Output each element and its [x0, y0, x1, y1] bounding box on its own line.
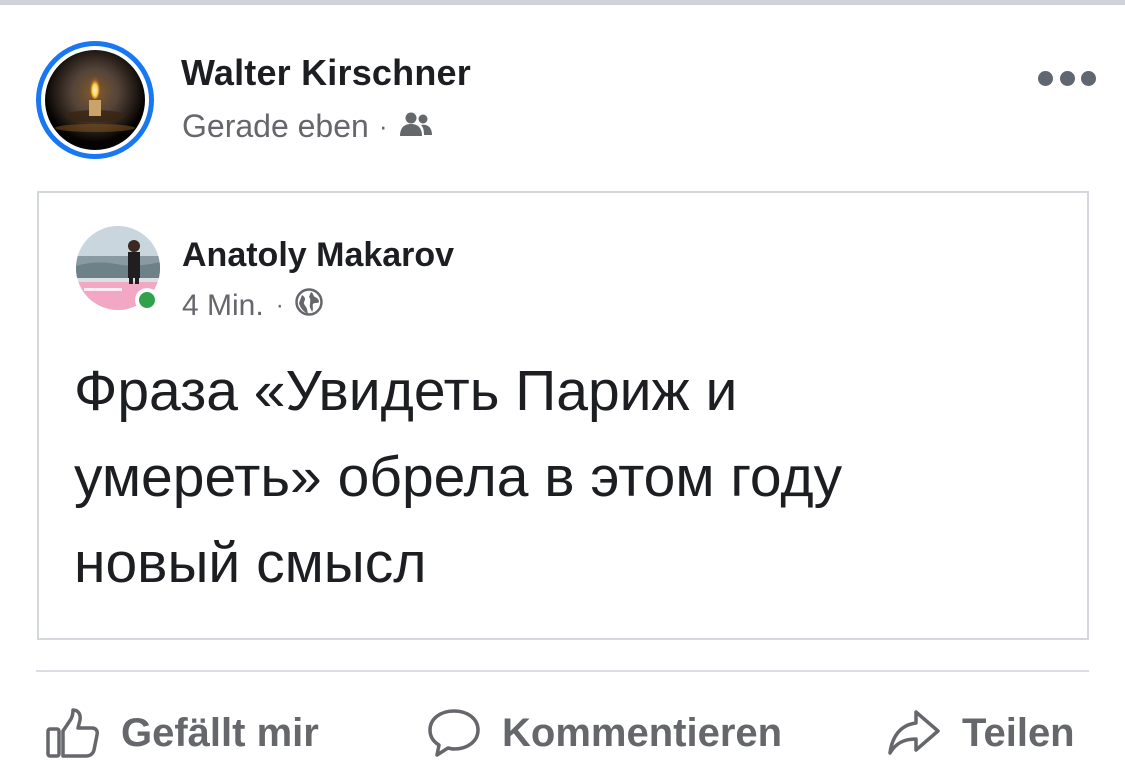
- comment-button[interactable]: Kommentieren: [426, 703, 782, 763]
- friends-icon[interactable]: [399, 108, 433, 145]
- more-horizontal-icon: [1038, 70, 1053, 86]
- globe-icon[interactable]: [294, 287, 324, 325]
- shared-post-meta: 4 Min. ·: [182, 287, 324, 325]
- shared-post-text: Фраза «Увидеть Париж и умереть» обрела в…: [74, 348, 1064, 606]
- post-meta: Gerade eben ·: [182, 108, 433, 145]
- more-dot: [1059, 70, 1075, 86]
- post-text-line: Фраза «Увидеть Париж и: [74, 359, 738, 423]
- post-author-name[interactable]: Walter Kirschner: [181, 52, 471, 94]
- shared-author-name[interactable]: Anatoly Makarov: [182, 236, 454, 275]
- post-text-line: новый смысл: [74, 531, 427, 595]
- actions-divider: [36, 670, 1089, 672]
- meta-separator: ·: [378, 111, 388, 141]
- thumbs-up-icon: [46, 708, 99, 758]
- online-status-indicator: [135, 288, 159, 312]
- post-timestamp[interactable]: Gerade eben: [182, 108, 369, 145]
- more-dot: [1081, 70, 1096, 86]
- shared-post-card[interactable]: Anatoly Makarov 4 Min. · Фраза «Увидеть …: [37, 191, 1089, 640]
- share-button[interactable]: Teilen: [886, 703, 1075, 763]
- post-text-line: умереть» обрела в этом году: [74, 445, 843, 509]
- like-label: Gefällt mir: [121, 710, 319, 755]
- comment-icon: [428, 709, 480, 757]
- candle-image: [45, 50, 145, 150]
- more-options-button[interactable]: [1038, 66, 1096, 90]
- author-avatar[interactable]: [36, 41, 154, 159]
- share-label: Teilen: [962, 710, 1075, 755]
- top-divider: [0, 0, 1125, 5]
- meta-separator: ·: [275, 292, 284, 319]
- shared-post-timestamp[interactable]: 4 Min.: [182, 289, 264, 323]
- like-button[interactable]: Gefällt mir: [45, 703, 319, 763]
- share-arrow-icon: [888, 710, 940, 755]
- comment-label: Kommentieren: [502, 710, 783, 755]
